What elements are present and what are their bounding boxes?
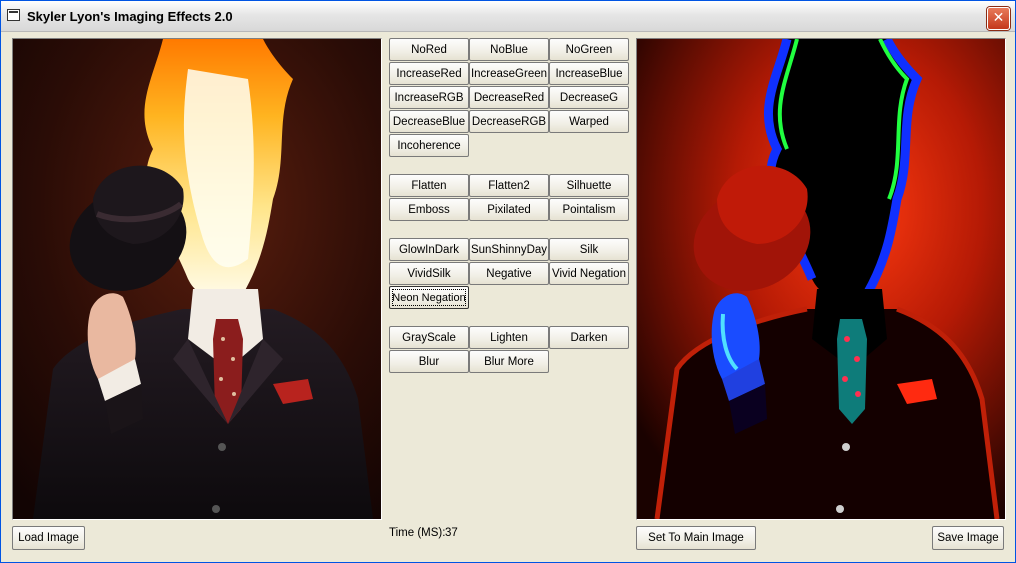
close-button[interactable]: ✕ [987,7,1010,30]
app-window-icon [7,9,20,21]
processed-image-canvas [637,39,1005,519]
app-window: Skyler Lyon's Imaging Effects 2.0 ✕ NoRe… [0,0,1016,563]
effect-button[interactable]: Warped [549,110,629,133]
effect-button[interactable]: NoGreen [549,38,629,61]
effect-button[interactable]: DecreaseRGB [469,110,549,133]
set-to-main-image-button[interactable]: Set To Main Image [636,526,756,550]
time-label: Time (MS): [389,527,446,539]
effect-button[interactable]: Vivid Negation [549,262,629,285]
effect-button[interactable]: VividSilk [389,262,469,285]
effect-button[interactable]: Flatten [389,174,469,197]
effect-button[interactable]: IncreaseBlue [549,62,629,85]
effect-button[interactable]: DecreaseBlue [389,110,469,133]
effect-button[interactable]: Lighten [469,326,549,349]
time-value: 37 [445,527,458,539]
original-image [12,38,382,520]
effect-button[interactable]: Negative [469,262,549,285]
effect-button[interactable]: IncreaseRed [389,62,469,85]
effect-button[interactable]: SunShinnyDay [469,238,549,261]
effect-button[interactable]: IncreaseGreen [469,62,549,85]
effect-button[interactable]: NoBlue [469,38,549,61]
effect-button[interactable]: Silk [549,238,629,261]
effect-button[interactable]: Silhuette [549,174,629,197]
effect-button[interactable]: DecreaseRed [469,86,549,109]
effect-button[interactable]: Pixilated [469,198,549,221]
effect-button[interactable]: Darken [549,326,629,349]
effect-button[interactable]: IncreaseRGB [389,86,469,109]
effect-button[interactable]: GrayScale [389,326,469,349]
effect-button-focused[interactable]: Neon Negation [389,286,469,309]
effect-button[interactable]: Blur [389,350,469,373]
load-image-button[interactable]: Load Image [12,526,85,550]
effect-button[interactable]: Pointalism [549,198,629,221]
original-image-canvas [13,39,381,519]
processed-image [636,38,1006,520]
effect-button[interactable]: Flatten2 [469,174,549,197]
effect-button[interactable]: GlowInDark [389,238,469,261]
effect-button[interactable]: DecreaseG [549,86,629,109]
effect-button[interactable]: Incoherence [389,134,469,157]
title-bar: Skyler Lyon's Imaging Effects 2.0 ✕ [1,1,1015,32]
effect-button[interactable]: Blur More [469,350,549,373]
effect-button[interactable]: NoRed [389,38,469,61]
close-icon: ✕ [992,9,1005,25]
save-image-button[interactable]: Save Image [932,526,1004,550]
window-title: Skyler Lyon's Imaging Effects 2.0 [27,9,233,24]
client-area: NoRed NoBlue NoGreen IncreaseRed Increas… [2,32,1014,562]
effect-button[interactable]: Emboss [389,198,469,221]
